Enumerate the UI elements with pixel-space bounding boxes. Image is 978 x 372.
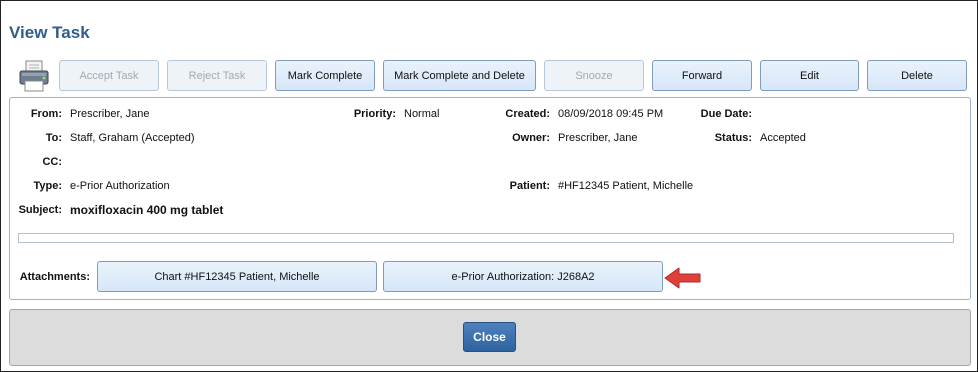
footer-bar: Close <box>9 309 971 366</box>
reject-task-button[interactable]: Reject Task <box>167 60 267 91</box>
subject-value: moxifloxacin 400 mg tablet <box>70 203 224 217</box>
patient-label: Patient: <box>509 180 550 192</box>
delete-button[interactable]: Delete <box>867 60 967 91</box>
patient-value: #HF12345 Patient, Michelle <box>558 180 694 192</box>
priority-label: Priority: <box>353 108 396 120</box>
attachment-chart-button[interactable]: Chart #HF12345 Patient, Michelle <box>97 261 377 292</box>
view-task-window: View Task Accept Task Reject Task Mark C… <box>0 0 978 372</box>
attachment-eprior-button[interactable]: e-Prior Authorization: J268A2 <box>383 261 663 292</box>
type-value: e-Prior Authorization <box>70 180 170 192</box>
owner-value: Prescriber, Jane <box>558 132 638 144</box>
mark-complete-button[interactable]: Mark Complete <box>275 60 375 91</box>
cc-label: CC: <box>42 156 62 168</box>
accept-task-button[interactable]: Accept Task <box>59 60 159 91</box>
task-details-panel: From: Prescriber, Jane To: Staff, Graham… <box>9 97 971 300</box>
page-title: View Task <box>9 23 90 42</box>
edit-button[interactable]: Edit <box>760 60 859 91</box>
status-value: Accepted <box>760 132 806 144</box>
type-label: Type: <box>33 180 62 192</box>
subject-label: Subject: <box>18 204 62 216</box>
attachments-label: Attachments: <box>19 271 90 283</box>
snooze-button[interactable]: Snooze <box>544 60 644 91</box>
from-label: From: <box>30 108 62 120</box>
created-value: 08/09/2018 09:45 PM <box>558 108 664 120</box>
to-label: To: <box>45 132 62 144</box>
priority-value: Normal <box>404 108 440 120</box>
red-arrow-icon <box>663 264 703 292</box>
close-button[interactable]: Close <box>463 322 516 352</box>
task-progress-bar <box>18 233 954 243</box>
printer-icon[interactable] <box>17 59 51 93</box>
owner-label: Owner: <box>512 132 550 144</box>
from-value: Prescriber, Jane <box>70 108 150 120</box>
created-label: Created: <box>505 108 550 120</box>
forward-button[interactable]: Forward <box>652 60 752 91</box>
mark-complete-and-delete-button[interactable]: Mark Complete and Delete <box>383 60 536 91</box>
due-date-label: Due Date: <box>700 108 752 120</box>
to-value: Staff, Graham (Accepted) <box>70 132 195 144</box>
status-label: Status: <box>714 132 752 144</box>
